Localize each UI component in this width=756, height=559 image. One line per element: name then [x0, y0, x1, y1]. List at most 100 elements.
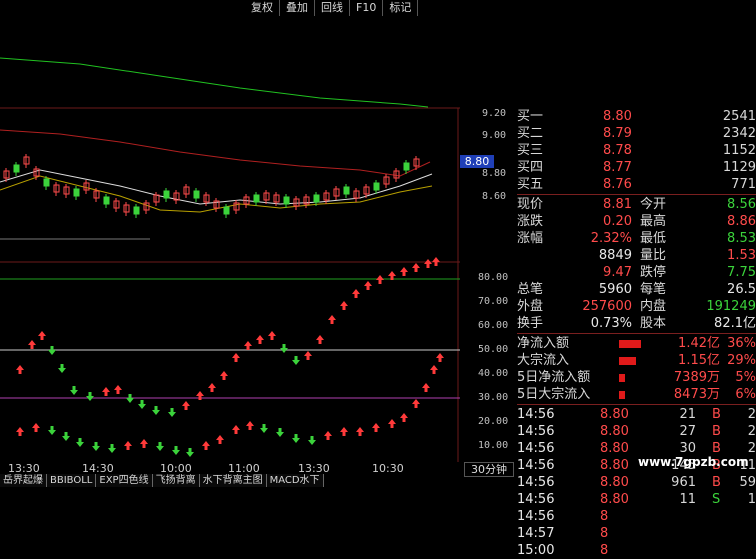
- candle-body: [163, 190, 170, 199]
- fund-flow-label: 大宗流入: [517, 353, 570, 368]
- tick-row[interactable]: 14:56 8.80 21 B 2: [517, 406, 756, 423]
- quote-row: 外盘 257600 内盘 191249: [517, 298, 756, 315]
- indicator-tick: 70.00: [478, 296, 509, 307]
- quote-row: 总笔 5960 每笔 26.5: [517, 281, 756, 298]
- quote-row: 涨幅 2.32% 最低 8.53: [517, 230, 756, 247]
- indicator-tick: 80.00: [478, 272, 509, 283]
- indicator-tab[interactable]: BBIBOLL: [47, 474, 97, 487]
- tick-time: 14:57: [517, 526, 555, 541]
- quote-label: 最低: [640, 231, 667, 246]
- quote-value: 0.20: [603, 214, 632, 229]
- indicator-arrow: [108, 444, 116, 453]
- orderbook-row[interactable]: 买二 8.79 2342: [517, 125, 756, 142]
- tick-side: S: [712, 492, 721, 507]
- indicator-tab[interactable]: EXP四色线: [96, 474, 153, 487]
- bid-volume: 771: [731, 177, 756, 192]
- fund-flow-percent: 29%: [727, 353, 756, 368]
- indicator-arrow: [220, 371, 228, 380]
- tick-side: B: [712, 407, 721, 422]
- tick-row[interactable]: 14:56 8.80 27 B 2: [517, 423, 756, 440]
- tick-count: 2: [747, 441, 756, 456]
- period-button[interactable]: 30分钟: [464, 462, 514, 477]
- kline-chart[interactable]: [0, 0, 460, 462]
- indicator-arrow: [138, 400, 146, 409]
- fund-flow-row: 大宗流入 1.15亿 29%: [517, 352, 756, 369]
- orderbook: 买一 8.80 2541 买二 8.79 2342 买三 8.78 1152 买四 8.77 1…: [517, 108, 756, 193]
- bid-label: 买一: [517, 109, 544, 124]
- indicator-arrow: [196, 391, 204, 400]
- indicator-tick: 10.00: [478, 440, 509, 451]
- lines-button[interactable]: 回线: [315, 0, 350, 16]
- overlay-button[interactable]: 叠加: [280, 0, 315, 16]
- fund-flow-bar: [619, 357, 636, 365]
- price-tick: 9.20: [482, 108, 507, 119]
- candle-body: [73, 188, 80, 197]
- fund-flow-label: 5日大宗流入: [517, 387, 591, 402]
- tick-volume: 961: [671, 475, 696, 490]
- adjust-button[interactable]: 复权: [245, 0, 280, 16]
- orderbook-row[interactable]: 买一 8.80 2541: [517, 108, 756, 125]
- indicator-arrow: [268, 331, 276, 340]
- indicator-axis: 80.00 70.00 60.00 50.00 40.00 30.00 20.0…: [478, 270, 518, 460]
- tick-price: 8: [600, 543, 609, 558]
- quote-value: 8.56: [727, 197, 756, 212]
- indicator-arrow: [412, 399, 420, 408]
- quote-label: 量比: [640, 248, 667, 263]
- orderbook-row[interactable]: 买四 8.77 1129: [517, 159, 756, 176]
- fund-flow-percent: 36%: [727, 336, 756, 351]
- indicator-arrow: [172, 446, 180, 455]
- tick-price: 8.80: [600, 492, 629, 507]
- quote-label: 现价: [517, 197, 544, 212]
- tick-volume: 11: [679, 492, 696, 507]
- quote-label: 涨幅: [517, 231, 544, 246]
- indicator-arrow: [28, 340, 36, 349]
- quote-row: 换手 0.73% 股本 82.1亿: [517, 315, 756, 332]
- chart-toolbar: 复权 叠加 回线 F10 标记: [245, 0, 419, 16]
- fund-flow-value: 1.42亿: [678, 336, 720, 351]
- indicator-arrow: [412, 263, 420, 272]
- tick-row[interactable]: 14:57 8: [517, 525, 756, 542]
- indicator-arrow: [48, 426, 56, 435]
- candle-body: [283, 196, 290, 205]
- indicator-tab[interactable]: 飞扬背离: [152, 474, 200, 487]
- indicator-arrow: [202, 441, 210, 450]
- quote-value: 9.47: [603, 265, 632, 280]
- tick-price: 8.80: [600, 475, 629, 490]
- ma-line-red: [0, 129, 431, 177]
- indicator-arrow: [292, 356, 300, 365]
- quote-value: 1.53: [727, 248, 756, 263]
- indicator-arrow: [400, 267, 408, 276]
- indicator-arrow: [126, 394, 134, 403]
- orderbook-row[interactable]: 买五 8.76 771: [517, 176, 756, 193]
- time-tick: 10:30: [372, 462, 404, 475]
- tick-row[interactable]: 14:56 8: [517, 508, 756, 525]
- tick-row[interactable]: 14:56 8.80 961 B 59: [517, 474, 756, 491]
- tick-price: 8.80: [600, 441, 629, 456]
- indicator-tick: 30.00: [478, 392, 509, 403]
- tick-count: 1: [747, 492, 756, 507]
- quote-value: 26.5: [727, 282, 756, 297]
- tick-row[interactable]: 15:00 8: [517, 542, 756, 559]
- indicator-tab[interactable]: 水下背离主图: [199, 474, 267, 487]
- tick-price: 8: [600, 509, 609, 524]
- mark-button[interactable]: 标记: [383, 0, 419, 16]
- tick-side: B: [712, 424, 721, 439]
- indicator-arrow: [280, 344, 288, 353]
- indicator-arrow: [292, 434, 300, 443]
- fund-flow-percent: 5%: [735, 370, 756, 385]
- tick-time: 14:56: [517, 475, 555, 490]
- tick-count: 59: [739, 475, 756, 490]
- candle-body: [193, 190, 200, 199]
- indicator-arrow: [244, 341, 252, 350]
- indicator-tab[interactable]: 岳界起爆: [0, 474, 47, 487]
- orderbook-row[interactable]: 买三 8.78 1152: [517, 142, 756, 159]
- ma-line-green: [0, 57, 429, 108]
- tick-row[interactable]: 14:56 8.80 11 S 1: [517, 491, 756, 508]
- indicator-arrow: [260, 424, 268, 433]
- indicator-arrow: [430, 365, 438, 374]
- indicator-arrow: [102, 387, 110, 396]
- quote-value: 7.75: [727, 265, 756, 280]
- bid-volume: 2342: [722, 126, 756, 141]
- indicator-tab[interactable]: MACD水下: [266, 474, 324, 487]
- f10-button[interactable]: F10: [350, 0, 384, 16]
